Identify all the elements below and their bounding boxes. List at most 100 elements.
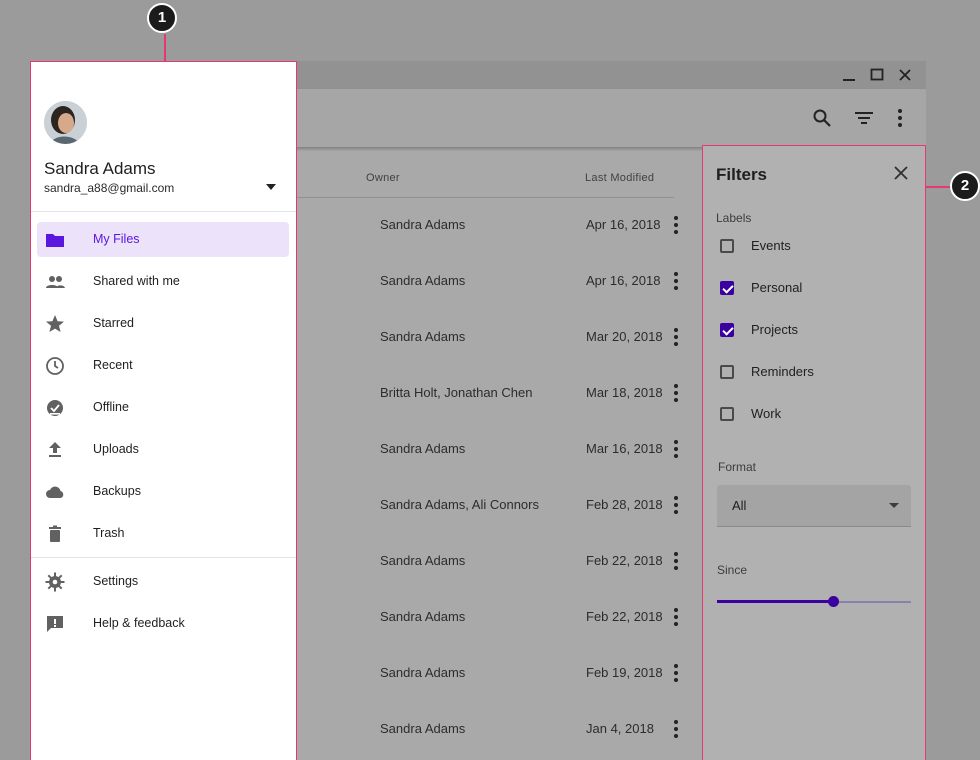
checkbox[interactable] [720,365,734,379]
filter-checkbox-projects[interactable]: Projects [717,319,907,343]
filter-checkbox-personal[interactable]: Personal [717,277,907,301]
nav-item-my-files[interactable]: My Files [37,222,289,257]
nav-item-shared-with-me[interactable]: Shared with me [37,264,289,299]
nav-item-label: Shared with me [93,274,180,288]
filter-checkbox-work[interactable]: Work [717,403,907,427]
nav-item-trash[interactable]: Trash [37,516,289,551]
nav-item-label: Starred [93,316,134,330]
checkbox[interactable] [720,281,734,295]
offline-check-icon [47,400,63,416]
close-icon[interactable] [896,66,914,84]
last-modified-cell: Mar 20, 2018 [586,329,663,344]
checkbox-label: Reminders [751,364,814,379]
filter-list-icon[interactable] [852,106,876,130]
filters-title: Filters [716,165,768,184]
since-heading: Since [717,563,748,577]
filters-panel: Filters Labels Events Personal Projects Rem… [703,146,925,760]
feedback-icon [47,616,63,632]
last-modified-cell: Jan 4, 2018 [586,721,654,736]
search-icon[interactable] [810,106,834,130]
owner-cell: Sandra Adams [380,329,466,344]
last-modified-cell: Feb 19, 2018 [586,665,663,680]
since-slider[interactable] [717,594,911,610]
user-name: Sandra Adams [44,159,156,178]
navigation-drawer: Sandra Adams sandra_a88@gmail.com My Fil… [31,62,296,760]
owner-cell: Sandra Adams [380,273,466,288]
minimize-icon[interactable] [840,66,858,84]
format-heading: Format [718,460,757,474]
last-modified-cell: Mar 18, 2018 [586,385,663,400]
callout-badge-2: 2 [950,171,980,201]
checkbox[interactable] [720,239,734,253]
last-modified-cell: Mar 16, 2018 [586,441,663,456]
clock-icon [46,357,64,375]
nav-item-label: Backups [93,484,141,498]
user-email: sandra_a88@gmail.com [44,181,175,195]
owner-cell: Sandra Adams [380,609,466,624]
more-vert-icon[interactable] [668,717,684,741]
nav-item-backups[interactable]: Backups [37,474,289,509]
checkbox[interactable] [720,323,734,337]
filter-checkbox-events[interactable]: Events [717,235,907,259]
more-vert-icon[interactable] [668,605,684,629]
last-modified-cell: Feb 22, 2018 [586,609,663,624]
callout-line [164,34,166,62]
avatar-image [44,101,87,144]
nav-item-recent[interactable]: Recent [37,348,289,383]
more-vert-icon[interactable] [888,106,912,130]
drawer-divider [31,557,296,558]
owner-cell: Sandra Adams [380,721,466,736]
header-divider [296,197,674,198]
trash-icon [49,525,61,542]
slider-thumb[interactable] [828,596,840,607]
nav-item-settings[interactable]: Settings [37,564,289,599]
nav-item-offline[interactable]: Offline [37,390,289,425]
owner-column-header[interactable]: Owner [366,172,400,184]
nav-item-uploads[interactable]: Uploads [37,432,289,467]
slider-fill [717,600,834,603]
checkbox-label: Work [751,406,782,421]
checkbox-label: Projects [751,322,798,337]
star-icon [46,315,64,332]
drawer-divider [31,211,296,212]
nav-item-label: Settings [93,574,139,588]
nav-item-label: Offline [93,400,129,414]
more-vert-icon[interactable] [668,549,684,573]
format-select[interactable]: All [717,485,911,527]
checkbox-label: Events [751,238,791,253]
nav-item-starred[interactable]: Starred [37,306,289,341]
more-vert-icon[interactable] [668,437,684,461]
format-select-value: All [732,498,747,513]
checkbox[interactable] [720,407,734,421]
callout-badge-1: 1 [147,3,177,33]
owner-cell: Sandra Adams, Ali Connors [380,497,539,512]
more-vert-icon[interactable] [668,493,684,517]
nav-item-label: Uploads [93,442,139,456]
owner-cell: Britta Holt, Jonathan Chen [380,385,533,400]
more-vert-icon[interactable] [668,381,684,405]
folder-icon [46,234,64,247]
callout-line [926,186,950,188]
account-dropdown-icon[interactable] [265,183,277,191]
more-vert-icon[interactable] [668,269,684,293]
more-vert-icon[interactable] [668,325,684,349]
last-modified-cell: Feb 28, 2018 [586,497,663,512]
labels-heading: Labels [716,211,752,225]
owner-cell: Sandra Adams [380,441,466,456]
owner-cell: Sandra Adams [380,665,466,680]
avatar[interactable] [44,101,87,144]
nav-item-label: Help & feedback [93,616,185,630]
last-modified-cell: Apr 16, 2018 [586,273,661,288]
more-vert-icon[interactable] [668,661,684,685]
cloud-icon [46,486,64,498]
upload-icon [49,442,61,457]
filter-checkbox-reminders[interactable]: Reminders [717,361,907,385]
dropdown-arrow-icon [889,503,899,508]
last-modified-cell: Apr 16, 2018 [586,217,661,232]
last-modified-column-header[interactable]: Last Modified [585,172,654,184]
nav-item-help-feedback[interactable]: Help & feedback [37,606,289,641]
maximize-icon[interactable] [868,66,886,84]
people-icon [46,276,65,288]
close-icon[interactable] [891,163,911,183]
more-vert-icon[interactable] [668,213,684,237]
